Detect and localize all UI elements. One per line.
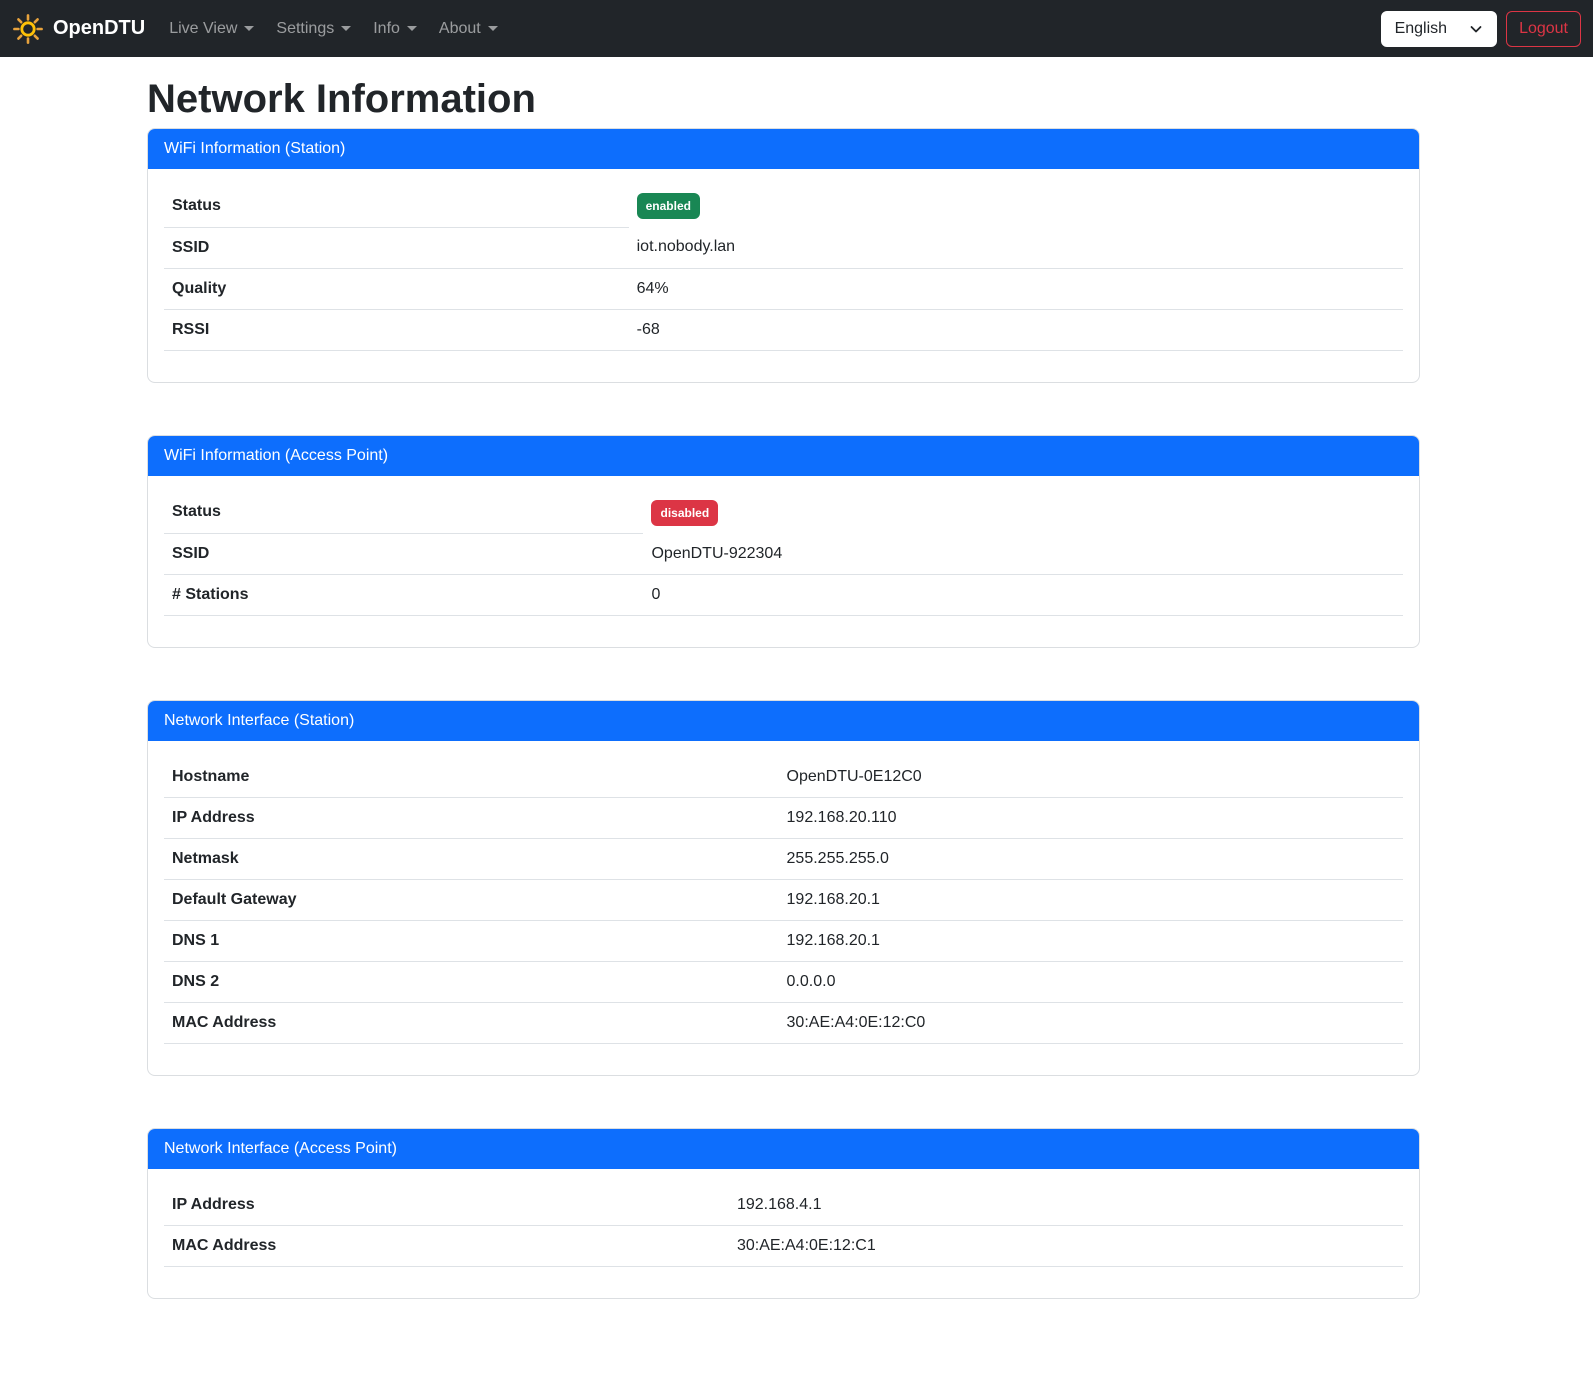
- nav-item-live-view[interactable]: Live View: [161, 12, 262, 46]
- card-body: IP Address 192.168.4.1 MAC Address 30:AE…: [148, 1169, 1419, 1298]
- table-row: Status disabled: [164, 492, 1403, 534]
- row-label: MAC Address: [164, 1003, 779, 1044]
- row-label: SSID: [164, 534, 643, 575]
- row-value: 192.168.20.1: [779, 880, 1403, 921]
- row-label: SSID: [164, 227, 629, 268]
- sun-icon: [12, 13, 44, 45]
- row-value: enabled: [629, 185, 1403, 227]
- table-row: IP Address 192.168.20.110: [164, 798, 1403, 839]
- row-value: -68: [629, 309, 1403, 350]
- row-value: 192.168.4.1: [729, 1185, 1403, 1226]
- caret-down-icon: [341, 26, 351, 31]
- table-row: DNS 1 192.168.20.1: [164, 921, 1403, 962]
- navbar: OpenDTU Live View Settings Info About: [0, 0, 1593, 57]
- navbar-right: English Logout: [1381, 11, 1581, 47]
- table-row: RSSI -68: [164, 309, 1403, 350]
- status-badge: enabled: [637, 193, 700, 219]
- row-label: Quality: [164, 268, 629, 309]
- row-label: Default Gateway: [164, 880, 779, 921]
- row-label: Status: [164, 492, 643, 534]
- table-row: Netmask 255.255.255.0: [164, 839, 1403, 880]
- page-title: Network Information: [147, 75, 1420, 123]
- info-table: Status enabled SSID iot.nobody.lan Quali…: [164, 185, 1403, 351]
- card-header: WiFi Information (Access Point): [148, 436, 1419, 476]
- card-header: Network Interface (Station): [148, 701, 1419, 741]
- table-row: MAC Address 30:AE:A4:0E:12:C1: [164, 1226, 1403, 1267]
- row-label: IP Address: [164, 1185, 729, 1226]
- table-row: Quality 64%: [164, 268, 1403, 309]
- status-badge: disabled: [651, 500, 718, 526]
- info-card: WiFi Information (Station) Status enable…: [147, 128, 1420, 383]
- row-value: 30:AE:A4:0E:12:C0: [779, 1003, 1403, 1044]
- nav-item-about[interactable]: About: [431, 12, 506, 46]
- cards-container: WiFi Information (Station) Status enable…: [147, 128, 1420, 1299]
- info-table: Status disabled SSID OpenDTU-922304 # St…: [164, 492, 1403, 617]
- row-value: 64%: [629, 268, 1403, 309]
- table-row: Hostname OpenDTU-0E12C0: [164, 757, 1403, 798]
- language-select-value: English: [1395, 20, 1447, 38]
- nav-item-settings[interactable]: Settings: [268, 12, 359, 46]
- chevron-down-icon: [1469, 22, 1483, 36]
- caret-down-icon: [407, 26, 417, 31]
- row-value: OpenDTU-0E12C0: [779, 757, 1403, 798]
- table-row: MAC Address 30:AE:A4:0E:12:C0: [164, 1003, 1403, 1044]
- row-label: # Stations: [164, 575, 643, 616]
- row-value: 0.0.0.0: [779, 962, 1403, 1003]
- row-label: Status: [164, 185, 629, 227]
- row-value: 30:AE:A4:0E:12:C1: [729, 1226, 1403, 1267]
- table-row: # Stations 0: [164, 575, 1403, 616]
- row-value: iot.nobody.lan: [629, 227, 1403, 268]
- card-body: Status disabled SSID OpenDTU-922304 # St…: [148, 476, 1419, 648]
- card-body: Hostname OpenDTU-0E12C0 IP Address 192.1…: [148, 741, 1419, 1075]
- row-label: DNS 2: [164, 962, 779, 1003]
- table-row: Default Gateway 192.168.20.1: [164, 880, 1403, 921]
- row-label: MAC Address: [164, 1226, 729, 1267]
- row-value: 0: [643, 575, 1403, 616]
- row-label: Netmask: [164, 839, 779, 880]
- row-value: OpenDTU-922304: [643, 534, 1403, 575]
- card-body: Status enabled SSID iot.nobody.lan Quali…: [148, 169, 1419, 382]
- nav-links: Live View Settings Info About: [161, 12, 512, 46]
- row-label: RSSI: [164, 309, 629, 350]
- row-value: 255.255.255.0: [779, 839, 1403, 880]
- table-row: DNS 2 0.0.0.0: [164, 962, 1403, 1003]
- caret-down-icon: [244, 26, 254, 31]
- row-value: 192.168.20.1: [779, 921, 1403, 962]
- logout-button[interactable]: Logout: [1506, 11, 1581, 47]
- card-header: Network Interface (Access Point): [148, 1129, 1419, 1169]
- row-label: Hostname: [164, 757, 779, 798]
- brand-label: OpenDTU: [53, 17, 145, 40]
- card-header: WiFi Information (Station): [148, 129, 1419, 169]
- main-content: Network Information WiFi Information (St…: [147, 57, 1420, 1388]
- table-row: SSID OpenDTU-922304: [164, 534, 1403, 575]
- row-label: IP Address: [164, 798, 779, 839]
- nav-item-info[interactable]: Info: [365, 12, 425, 46]
- info-table: Hostname OpenDTU-0E12C0 IP Address 192.1…: [164, 757, 1403, 1044]
- table-row: IP Address 192.168.4.1: [164, 1185, 1403, 1226]
- table-row: Status enabled: [164, 185, 1403, 227]
- brand-link[interactable]: OpenDTU: [12, 13, 145, 45]
- language-select[interactable]: English: [1381, 11, 1497, 47]
- info-table: IP Address 192.168.4.1 MAC Address 30:AE…: [164, 1185, 1403, 1267]
- caret-down-icon: [488, 26, 498, 31]
- row-label: DNS 1: [164, 921, 779, 962]
- row-value: 192.168.20.110: [779, 798, 1403, 839]
- info-card: Network Interface (Station) Hostname Ope…: [147, 700, 1420, 1076]
- info-card: WiFi Information (Access Point) Status d…: [147, 435, 1420, 649]
- row-value: disabled: [643, 492, 1403, 534]
- table-row: SSID iot.nobody.lan: [164, 227, 1403, 268]
- info-card: Network Interface (Access Point) IP Addr…: [147, 1128, 1420, 1299]
